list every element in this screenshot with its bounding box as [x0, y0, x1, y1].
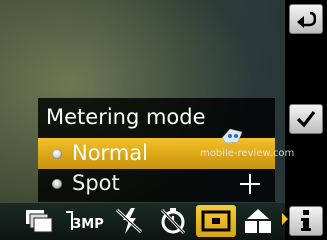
watermark: mobile-review.com — [200, 148, 295, 159]
scene-mode-icon — [245, 209, 271, 233]
watermark-logo — [221, 128, 243, 144]
checkmark-icon — [296, 111, 316, 128]
resolution-label: 3MP — [72, 216, 104, 232]
radio-selected-icon — [52, 149, 62, 159]
shooting-mode-icon — [26, 210, 53, 233]
spot-crosshair-icon — [240, 174, 260, 194]
menu-item-label: Spot — [72, 171, 120, 195]
resolution-button[interactable]: 3MP — [64, 205, 104, 237]
metering-mode-button[interactable] — [196, 205, 236, 237]
scene-mode-button[interactable] — [240, 205, 276, 237]
flash-off-icon — [115, 208, 143, 234]
self-timer-off-icon — [160, 208, 186, 235]
metering-mode-icon — [201, 210, 231, 232]
toolbar-scroll-right-icon[interactable] — [282, 213, 288, 225]
back-button[interactable] — [289, 4, 323, 34]
menu-item-label: Normal — [72, 141, 148, 165]
self-timer-button[interactable] — [156, 205, 190, 237]
shooting-mode-button[interactable] — [22, 205, 56, 237]
info-icon — [301, 210, 311, 231]
confirm-button[interactable] — [289, 104, 323, 134]
flash-button[interactable] — [112, 205, 146, 237]
info-button[interactable] — [289, 206, 323, 236]
back-arrow-icon — [297, 11, 316, 28]
radio-icon — [52, 179, 62, 189]
menu-title: Metering mode — [46, 105, 206, 129]
